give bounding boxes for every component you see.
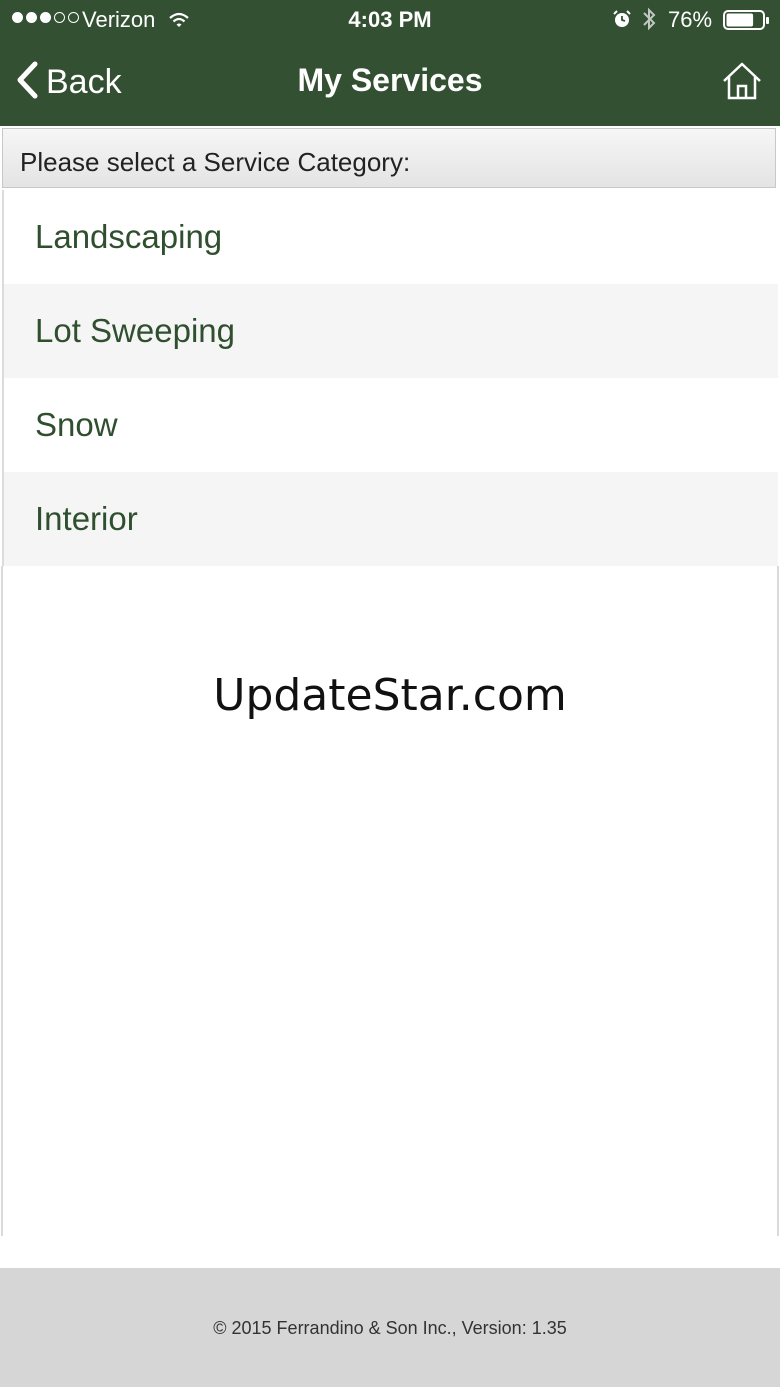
watermark-text: UpdateStar.com xyxy=(213,670,567,721)
bluetooth-icon xyxy=(641,6,657,38)
service-category-list: Landscaping Lot Sweeping Snow Interior xyxy=(2,190,778,566)
category-item-snow[interactable]: Snow xyxy=(2,378,778,472)
category-item-landscaping[interactable]: Landscaping xyxy=(2,190,778,284)
status-time: 4:03 PM xyxy=(348,7,432,32)
app-screen: Verizon 4:03 PM 76% Back My Services Ple… xyxy=(0,0,780,1387)
home-button[interactable] xyxy=(721,60,763,102)
footer: © 2015 Ferrandino & Son Inc., Version: 1… xyxy=(0,1268,780,1387)
category-item-interior[interactable]: Interior xyxy=(2,472,778,566)
footer-copyright: © 2015 Ferrandino & Son Inc., Version: 1… xyxy=(213,1318,567,1338)
app-header: Verizon 4:03 PM 76% Back My Services xyxy=(0,0,780,126)
content-border-right xyxy=(777,566,779,1236)
section-header: Please select a Service Category: xyxy=(2,128,776,188)
page-title: My Services xyxy=(297,62,483,98)
category-item-lot-sweeping[interactable]: Lot Sweeping xyxy=(2,284,778,378)
section-header-label: Please select a Service Category: xyxy=(20,147,411,177)
battery-icon xyxy=(723,9,771,37)
status-bar: Verizon 4:03 PM 76% xyxy=(0,0,780,40)
content-border-left xyxy=(1,566,3,1236)
home-icon xyxy=(721,62,763,106)
alarm-icon xyxy=(612,9,632,35)
battery-percent: 76% xyxy=(668,7,713,32)
